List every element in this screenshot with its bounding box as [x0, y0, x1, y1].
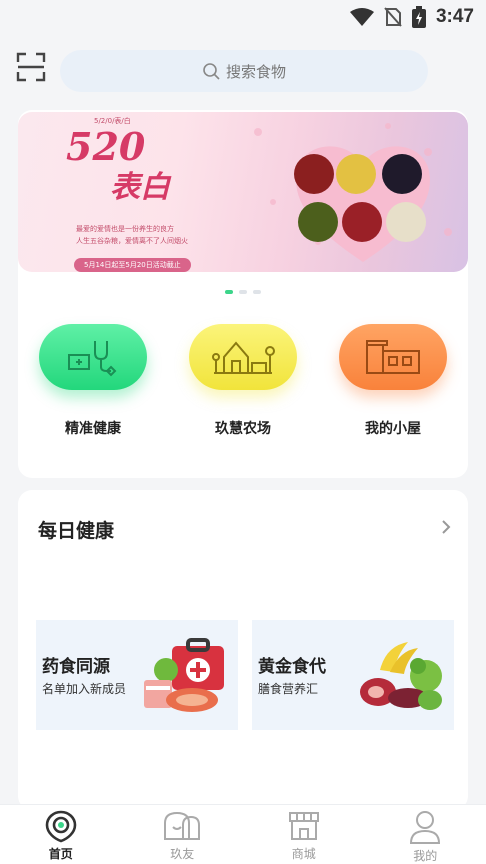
clock: 3:47 — [435, 6, 474, 27]
battery-icon — [411, 6, 426, 28]
no-sim-icon — [384, 7, 402, 27]
home-icon — [45, 810, 77, 843]
status-bar: 3:47 — [0, 0, 486, 34]
tab-label: 我的 — [413, 849, 438, 863]
tab-label: 商城 — [291, 847, 316, 861]
tile-subtitle: 名单加入新成员 — [42, 682, 127, 696]
feature-label: 玖慧农场 — [215, 421, 271, 437]
feature-pill — [39, 324, 147, 390]
store-icon — [288, 812, 319, 840]
feature-label: 我的小屋 — [365, 421, 421, 437]
feature-smart-farm[interactable]: 玖慧农场 — [188, 324, 298, 438]
tile-title: 黄金食代 — [258, 657, 326, 677]
feature-shortcuts: 精准健康 玖慧农场 我的小屋 — [18, 324, 468, 438]
feature-pill — [339, 324, 447, 390]
search-placeholder: 搜索食物 — [225, 62, 286, 81]
search-bar[interactable]: 搜索食物 — [60, 50, 428, 92]
chevron-right-icon[interactable] — [440, 518, 452, 536]
carousel-dot[interactable] — [253, 290, 261, 294]
search-icon — [203, 63, 220, 80]
bottom-tab-bar: 首页 玖友 商城 我的 — [0, 804, 486, 864]
tab-profile[interactable]: 我的 — [385, 809, 465, 864]
tab-friends[interactable]: 玖友 — [142, 809, 222, 862]
banner-headline-text: 表白 — [110, 170, 170, 205]
tab-label: 玖友 — [170, 847, 195, 861]
cabin-icon — [366, 340, 420, 374]
banner-slogan-1: 最爱的爱情也是一份养生的良方 — [76, 225, 174, 233]
carousel-dot[interactable] — [225, 290, 233, 294]
farm-icon — [212, 341, 275, 374]
wifi-icon — [349, 8, 374, 26]
top-bar: 搜索食物 — [0, 44, 486, 96]
scan-icon[interactable] — [16, 52, 46, 82]
banner-slogan-2: 人生五谷杂粮，爱情离不了人间烟火 — [76, 237, 188, 245]
health-monitor-icon — [68, 341, 117, 377]
carousel-indicator — [18, 290, 468, 294]
tile-title: 药食同源 — [42, 657, 110, 677]
daily-health-card: 每日健康 药食同源 名单加入新成员 黄金食代 膳食营养汇 — [18, 490, 468, 810]
feature-label: 精准健康 — [65, 421, 121, 437]
home-feature-card: 5/2/0/表/白 520 表白 最爱的爱情也是一份养生的良方 人生五谷杂粮，爱… — [18, 110, 468, 478]
feature-precise-health[interactable]: 精准健康 — [38, 324, 148, 438]
section-title: 每日健康 — [38, 520, 115, 542]
tab-store[interactable]: 商城 — [264, 809, 344, 862]
feature-pill — [189, 324, 297, 390]
tile-golden-diet[interactable]: 黄金食代 膳食营养汇 — [252, 620, 454, 730]
medical-kit-food-icon — [144, 638, 224, 712]
tile-medicine-food[interactable]: 药食同源 名单加入新成员 — [36, 620, 238, 730]
carousel-dot[interactable] — [239, 290, 247, 294]
tile-subtitle: 膳食营养汇 — [258, 682, 319, 696]
tab-home[interactable]: 首页 — [21, 809, 101, 862]
tab-label: 首页 — [48, 847, 73, 861]
promo-banner[interactable]: 5/2/0/表/白 520 表白 最爱的爱情也是一份养生的良方 人生五谷杂粮，爱… — [18, 112, 468, 272]
profile-icon — [410, 811, 441, 844]
friends-icon — [164, 811, 201, 840]
banner-date-note: 5月14日起至5月20日活动截止 — [74, 258, 191, 272]
food-basket-icon — [360, 642, 442, 710]
feature-my-cabin[interactable]: 我的小屋 — [338, 324, 448, 438]
